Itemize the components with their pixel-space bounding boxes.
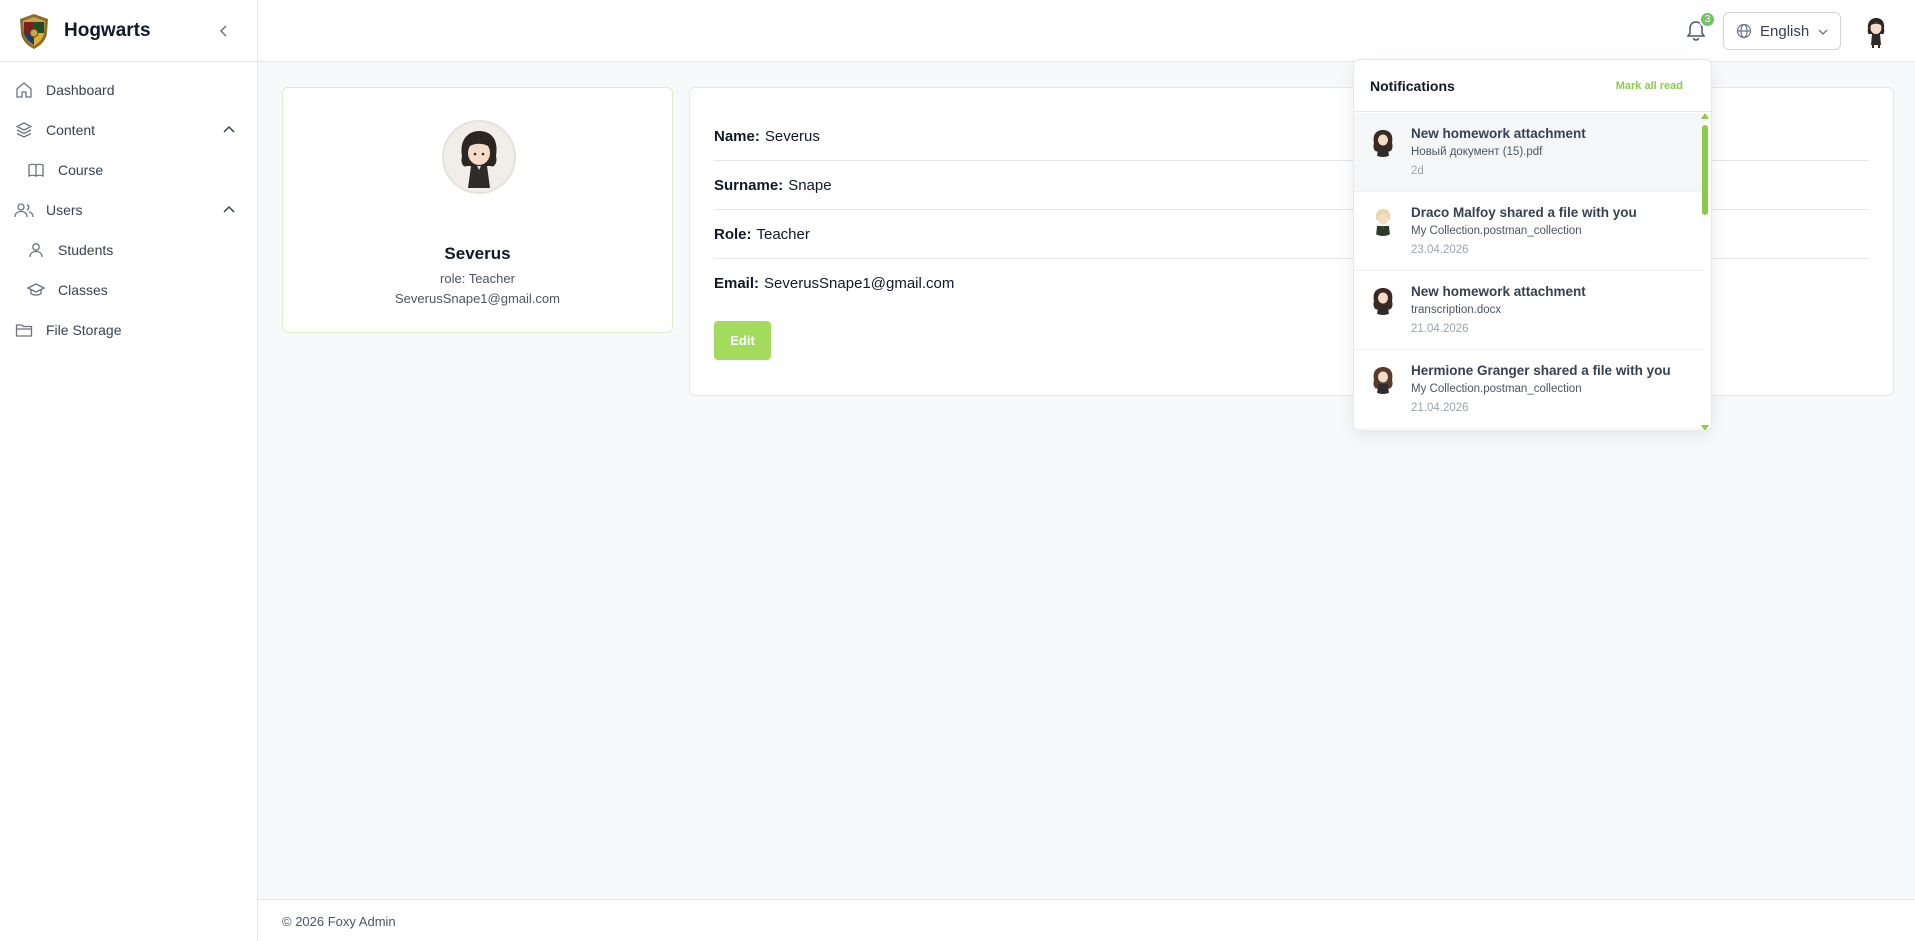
sidebar-item-content[interactable]: Content <box>0 110 257 150</box>
profile-card: Severus role: Teacher SeverusSnape1@gmai… <box>282 87 673 333</box>
brand-name: Hogwarts <box>64 19 151 41</box>
sidebar-item-label: Course <box>58 162 104 178</box>
notification-title: New homework attachment <box>1411 284 1586 299</box>
profile-role: role: Teacher <box>440 271 515 286</box>
notification-item[interactable]: New homework attachment transcription.do… <box>1354 271 1704 350</box>
sidebar-item-students[interactable]: Students <box>0 230 257 270</box>
sidebar-nav: Dashboard Content Course Users Students … <box>0 62 257 350</box>
sidebar-item-label: Users <box>46 202 83 218</box>
globe-icon <box>1736 23 1752 39</box>
user-avatar[interactable] <box>1858 13 1894 49</box>
chevron-up-icon <box>223 125 235 133</box>
brand: Hogwarts <box>0 0 257 62</box>
notification-subtitle: My Collection.postman_collection <box>1411 225 1582 237</box>
sidebar-item-label: File Storage <box>46 322 122 338</box>
notifications-title: Notifications <box>1370 78 1455 94</box>
notifications-list[interactable]: New homework attachment Новый документ (… <box>1354 113 1704 430</box>
notifications-header: Notifications Mark all read <box>1354 60 1711 112</box>
detail-key: Surname: <box>714 176 784 194</box>
notification-subtitle: transcription.docx <box>1411 304 1502 316</box>
notification-title: Hermione Granger shared a file with you <box>1411 363 1671 378</box>
detail-value: Teacher <box>756 225 810 243</box>
sender-avatar <box>1373 367 1393 394</box>
scroll-down-arrow[interactable] <box>1701 425 1709 430</box>
snape-avatar-icon <box>461 131 497 188</box>
detail-key: Email: <box>714 275 760 292</box>
profile-name: Severus <box>444 244 511 263</box>
sidebar-item-users[interactable]: Users <box>0 190 257 230</box>
sidebar-item-label: Classes <box>58 282 108 298</box>
notifications-dropdown: Notifications Mark all read New homework… <box>1353 59 1712 431</box>
chevron-down-icon <box>1818 29 1828 35</box>
layers-icon <box>14 120 34 140</box>
notification-title: Draco Malfoy shared a file with you <box>1411 205 1637 220</box>
user-details-card: Name: Severus Surname: Snape Role: Teach… <box>689 87 1894 396</box>
detail-key: Role: <box>714 225 752 243</box>
footer-copyright: © 2026 Foxy Admin <box>282 914 396 929</box>
scroll-up-arrow[interactable] <box>1701 113 1709 119</box>
sender-avatar <box>1373 288 1393 315</box>
sidebar-item-label: Dashboard <box>46 82 115 98</box>
collapse-sidebar-button[interactable] <box>213 20 235 42</box>
mark-all-read-link[interactable]: Mark all read <box>1616 80 1683 92</box>
sidebar-item-file-storage[interactable]: File Storage <box>0 310 257 350</box>
sender-avatar <box>1375 209 1391 236</box>
detail-key: Name: <box>714 127 760 145</box>
user-icon <box>26 240 46 260</box>
notification-item[interactable]: Hermione Granger shared a file with you … <box>1354 350 1704 429</box>
notification-subtitle: Новый документ (15).pdf <box>1411 146 1543 158</box>
sidebar-item-label: Students <box>58 242 114 258</box>
notification-date: 21.04.2026 <box>1411 402 1469 414</box>
hogwarts-crest-icon[interactable] <box>14 11 54 51</box>
profile-avatar <box>442 120 516 194</box>
sender-avatar <box>1373 130 1393 157</box>
folder-icon <box>14 320 34 340</box>
sidebar-item-classes[interactable]: Classes <box>0 270 257 310</box>
sidebar: Hogwarts Dashboard Content Course Users … <box>0 0 258 941</box>
graduation-cap-icon <box>26 280 46 300</box>
notifications-scrollbar[interactable] <box>1701 113 1709 430</box>
footer: © 2026 Foxy Admin <box>258 899 1915 941</box>
detail-value: Severus <box>764 127 820 145</box>
notification-date: 23.04.2026 <box>1411 244 1469 256</box>
chevron-up-icon <box>223 205 235 213</box>
notification-item[interactable]: New homework attachment Новый документ (… <box>1354 113 1704 192</box>
home-icon <box>14 80 34 100</box>
sidebar-item-label: Content <box>46 122 96 138</box>
notification-count-badge: 3 <box>1699 11 1716 28</box>
notification-item[interactable]: Draco Malfoy shared a file with you My C… <box>1354 192 1704 271</box>
language-select[interactable]: English <box>1723 12 1841 50</box>
notification-date: 21.04.2026 <box>1411 323 1469 335</box>
notification-subtitle: My Collection.postman_collection <box>1411 383 1582 395</box>
sidebar-item-course[interactable]: Course <box>0 150 257 190</box>
notification-title: New homework attachment <box>1411 126 1586 141</box>
book-icon <box>26 160 46 180</box>
sidebar-item-dashboard[interactable]: Dashboard <box>0 70 257 110</box>
users-icon <box>14 200 34 220</box>
top-header: 3 English <box>258 0 1915 62</box>
chevron-left-icon <box>219 25 227 37</box>
profile-email: SeverusSnape1@gmail.com <box>395 291 560 306</box>
notification-date: 2d <box>1411 165 1424 177</box>
language-label: English <box>1760 22 1810 40</box>
detail-value: Snape <box>788 176 832 194</box>
edit-button[interactable]: Edit <box>714 321 771 360</box>
detail-value: SeverusSnape1@gmail.com <box>764 275 955 292</box>
scrollbar-thumb[interactable] <box>1702 125 1708 215</box>
